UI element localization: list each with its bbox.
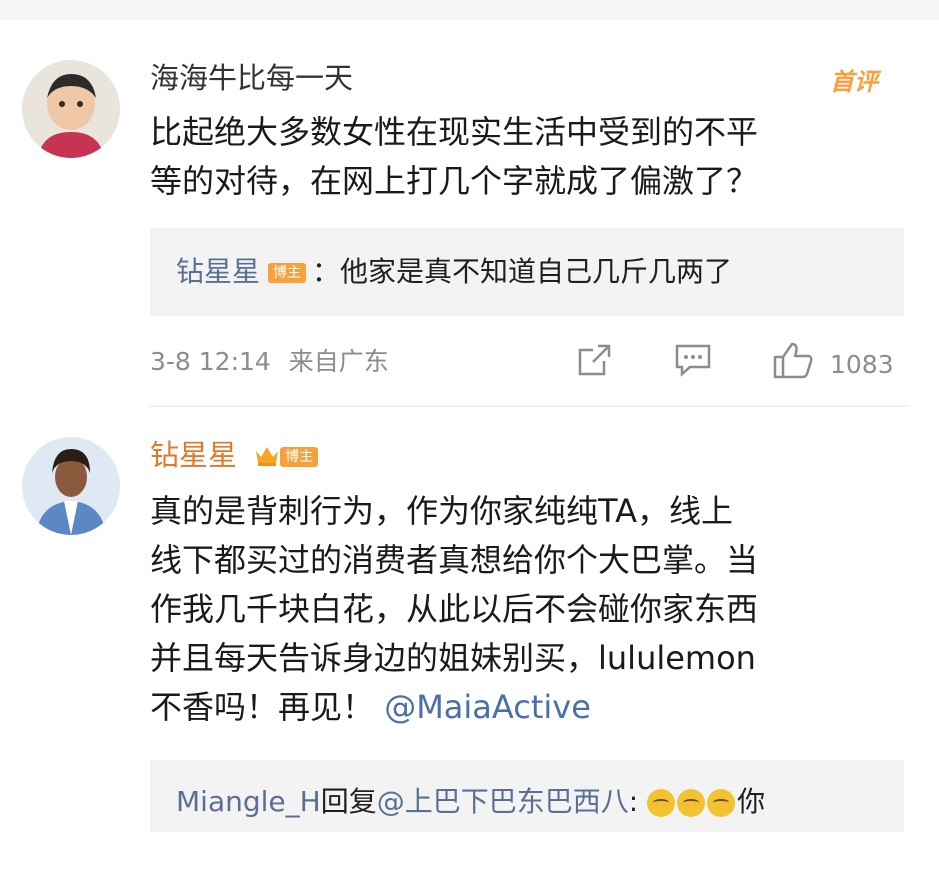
comment-icon xyxy=(674,343,712,386)
comment-meta: 3-8 12:14 来自广东 xyxy=(150,345,389,379)
comment-content: 比起绝大多数女性在现实生活中受到的不平 等的对待，在网上打几个字就成了偏激了？ xyxy=(150,108,910,206)
like-icon xyxy=(772,341,814,388)
content-line: 真的是背刺行为，作为你家纯纯TA，线上 xyxy=(150,492,733,530)
first-comment-tag: 首评 xyxy=(830,68,878,96)
reply-connector: 回复 xyxy=(320,785,377,818)
content-line: 不香吗！再见！ @MaiaActive xyxy=(150,683,910,732)
share-button[interactable] xyxy=(576,343,612,386)
content-prefix: 不香吗！再见！ xyxy=(150,688,375,726)
crown-icon xyxy=(254,439,280,475)
reply-text: ：他家是真不知道自己几斤几两了 xyxy=(312,255,733,288)
reply-tail: 你 xyxy=(737,785,766,818)
grin-emoji-icon xyxy=(647,789,676,817)
reply-target[interactable]: @上巴下巴东巴西八 xyxy=(377,785,629,818)
content-line: 比起绝大多数女性在现实生活中受到的不平 xyxy=(150,113,759,151)
content-line: 等的对待，在网上打几个字就成了偏激了？ xyxy=(150,162,759,200)
reply-author[interactable]: 钻星星 xyxy=(176,255,260,288)
top-separator xyxy=(0,0,939,20)
reply-line: 钻星星 博主 ：他家是真不知道自己几斤几两了 xyxy=(176,252,732,292)
reply-suffix: : xyxy=(628,785,639,818)
reply-preview[interactable]: Miangle_H回复@上巴下巴东巴西八: 你 xyxy=(150,760,904,832)
comment-divider xyxy=(150,405,910,407)
comment-button[interactable] xyxy=(674,343,712,386)
mention-link[interactable]: @MaiaActive xyxy=(384,688,591,726)
reply-author[interactable]: Miangle_H xyxy=(176,785,321,818)
author-badge: 博主 xyxy=(268,263,307,283)
comment-username[interactable]: 海海牛比每一天 xyxy=(150,60,353,96)
share-icon xyxy=(576,343,612,386)
grin-emoji-icon xyxy=(707,789,736,817)
avatar[interactable] xyxy=(22,60,120,158)
comment-time: 3-8 12:14 xyxy=(150,347,271,376)
avatar[interactable] xyxy=(22,437,120,535)
content-line: 作我几千块白花，从此以后不会碰你家东西 xyxy=(150,590,759,628)
like-button[interactable]: 1083 xyxy=(772,341,894,388)
grin-emoji-icon xyxy=(677,789,706,817)
content-line: 线下都买过的消费者真想给你个大巴掌。当 xyxy=(150,541,759,579)
author-badge: 博主 xyxy=(280,447,319,467)
like-count: 1083 xyxy=(830,349,894,379)
comment-location: 来自广东 xyxy=(288,347,389,376)
content-line: 并且每天告诉身边的姐妹别买，lululemon xyxy=(150,639,756,677)
reply-line: Miangle_H回复@上巴下巴东巴西八: 你 xyxy=(176,782,765,822)
reply-preview[interactable]: 钻星星 博主 ：他家是真不知道自己几斤几两了 xyxy=(150,228,904,316)
username-text[interactable]: 钻星星 xyxy=(150,438,237,472)
comment-username[interactable]: 钻星星 博主 xyxy=(150,437,324,475)
comment-content: 真的是背刺行为，作为你家纯纯TA，线上 线下都买过的消费者真想给你个大巴掌。当 … xyxy=(150,487,910,732)
